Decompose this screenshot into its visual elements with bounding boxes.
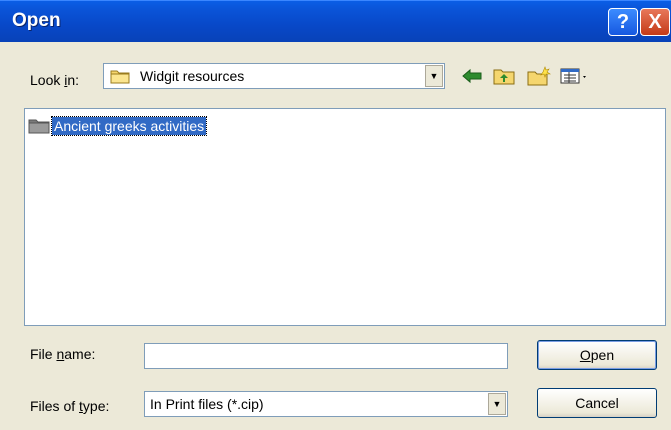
help-button[interactable]: ? [608, 8, 638, 36]
new-folder-icon[interactable] [526, 64, 552, 88]
open-button[interactable]: Open [537, 340, 657, 370]
up-folder-icon[interactable] [492, 64, 516, 88]
look-in-label: Look in: [30, 72, 80, 88]
close-button[interactable]: X [640, 8, 670, 36]
cancel-button[interactable]: Cancel [537, 388, 657, 418]
list-item-label: Ancient greeks activities [50, 116, 208, 136]
window-title: Open [12, 10, 61, 31]
file-type-value: In Print files (*.cip) [150, 396, 264, 412]
folder-icon [110, 70, 130, 84]
view-menu-icon[interactable] [560, 64, 590, 88]
chevron-down-icon[interactable]: ▼ [488, 393, 506, 415]
title-bar[interactable]: Open ? X [0, 0, 671, 42]
close-icon: X [648, 10, 662, 33]
file-list[interactable]: Ancient greeks activities [24, 108, 666, 326]
help-icon: ? [616, 10, 630, 33]
file-type-dropdown[interactable]: In Print files (*.cip) ▼ [144, 391, 508, 417]
file-type-label: Files of type: [30, 398, 110, 414]
back-icon[interactable] [460, 64, 484, 88]
look-in-dropdown[interactable]: Widgit resources ▼ [103, 63, 445, 89]
file-name-label: File name: [30, 346, 96, 362]
folder-icon [28, 119, 50, 134]
file-name-field[interactable] [144, 343, 508, 369]
list-item[interactable]: Ancient greeks activities [28, 115, 208, 137]
look-in-value: Widgit resources [140, 68, 245, 84]
chevron-down-icon[interactable]: ▼ [425, 65, 443, 87]
